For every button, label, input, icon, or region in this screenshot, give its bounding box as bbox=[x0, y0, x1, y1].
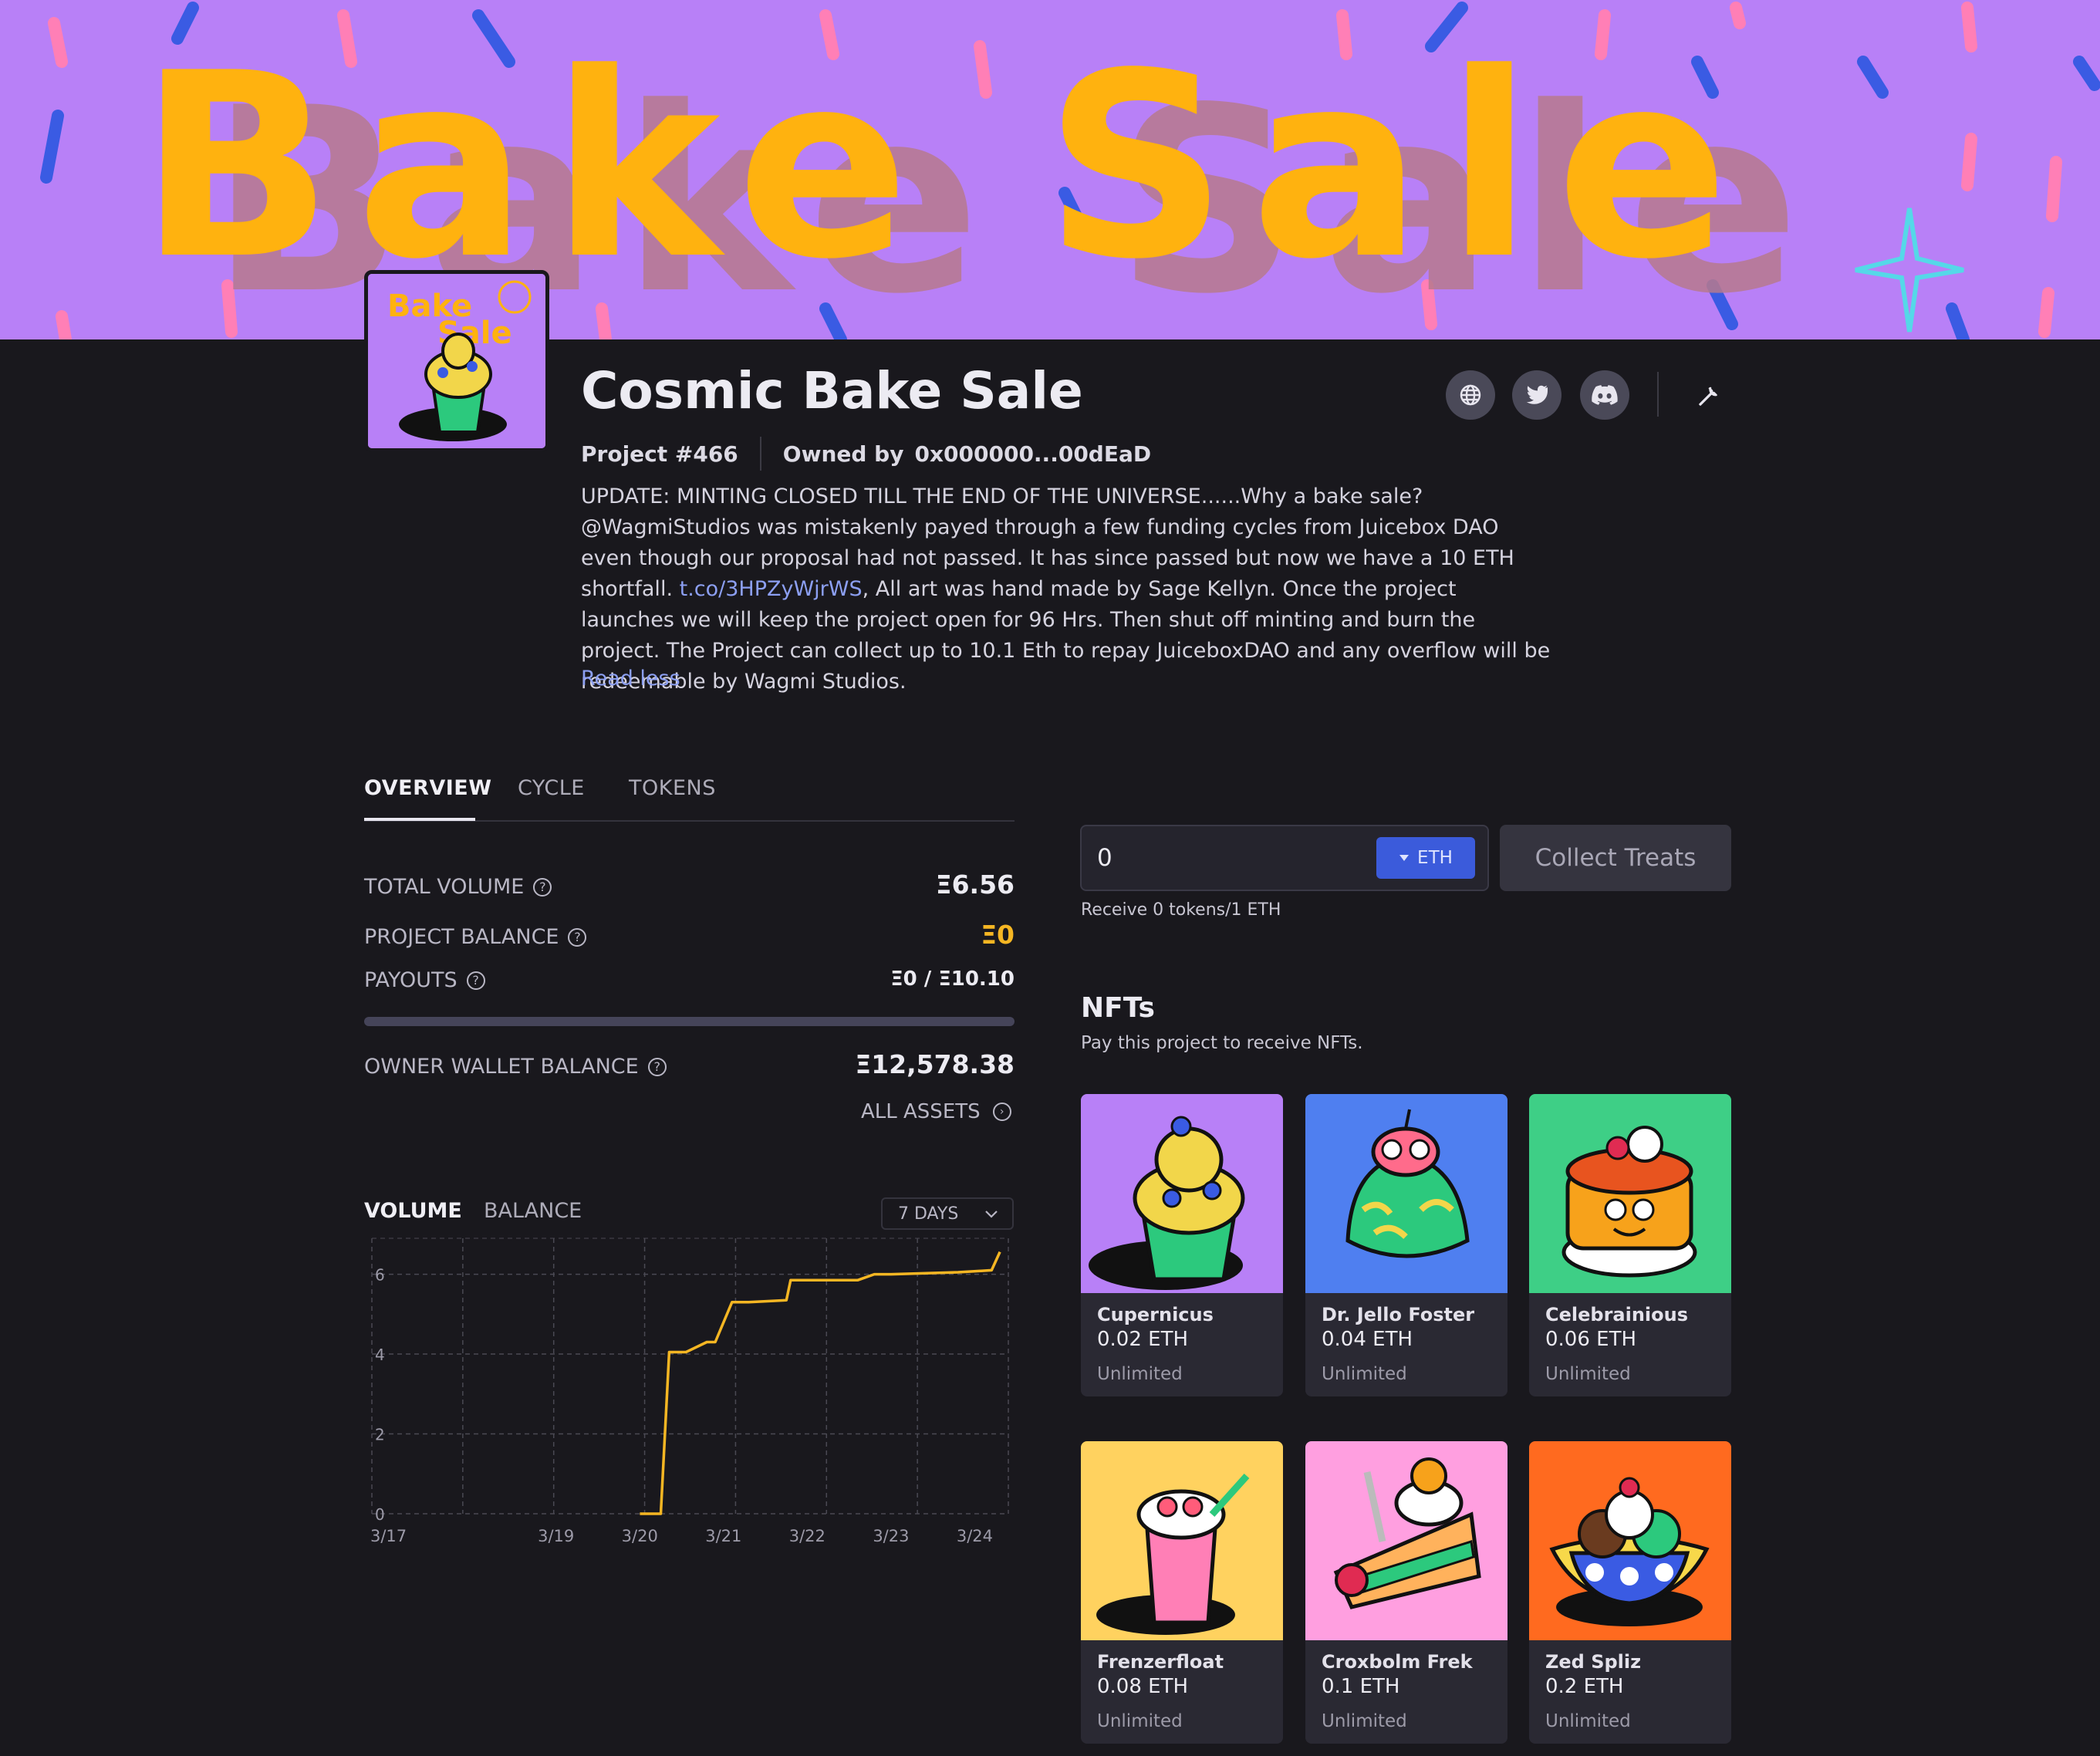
project-balance-value: Ξ0 bbox=[981, 920, 1015, 950]
nfts-title: NFTs bbox=[1081, 992, 1155, 1024]
nft-price: 0.02 ETH bbox=[1097, 1328, 1189, 1351]
nft-name: Croxbolm Frek bbox=[1322, 1651, 1473, 1673]
nft-name: Zed Spliz bbox=[1545, 1651, 1642, 1673]
payouts-value: Ξ0 / Ξ10.10 bbox=[890, 967, 1015, 991]
project-description: UPDATE: MINTING CLOSED TILL THE END OF T… bbox=[581, 485, 1551, 694]
meta-divider bbox=[759, 437, 761, 471]
nft-image bbox=[1081, 1094, 1283, 1293]
chart-x-tick-label: 3/19 bbox=[538, 1527, 574, 1545]
chevron-right-icon: › bbox=[992, 1103, 1011, 1121]
nft-image bbox=[1305, 1094, 1507, 1293]
nft-supply: Unlimited bbox=[1322, 1364, 1407, 1384]
twitter-icon bbox=[1526, 385, 1548, 404]
twitter-button[interactable] bbox=[1512, 370, 1561, 420]
payouts-progress-bar bbox=[364, 1017, 1015, 1026]
nft-name: Frenzerfloat bbox=[1097, 1651, 1224, 1673]
nft-supply: Unlimited bbox=[1322, 1711, 1407, 1731]
total-volume-label: TOTAL VOLUME? bbox=[364, 875, 552, 899]
chart-tab-balance[interactable]: BALANCE bbox=[484, 1199, 582, 1223]
project-number: Project #466 bbox=[581, 441, 738, 467]
nft-image bbox=[1081, 1441, 1283, 1640]
owner-wallet-balance-label: OWNER WALLET BALANCE? bbox=[364, 1055, 667, 1079]
nft-card[interactable]: Dr. Jello Foster 0.04 ETH Unlimited bbox=[1305, 1094, 1507, 1396]
nft-name: Dr. Jello Foster bbox=[1322, 1304, 1475, 1325]
active-tab-indicator bbox=[364, 818, 475, 821]
chart-x-tick-label: 3/22 bbox=[789, 1527, 825, 1545]
chart-y-tick-label: 0 bbox=[375, 1505, 385, 1524]
receive-note: Receive 0 tokens/1 ETH bbox=[1081, 900, 1281, 920]
tab-cycle[interactable]: CYCLE bbox=[518, 776, 585, 800]
nft-card[interactable]: Cupernicus 0.02 ETH Unlimited bbox=[1081, 1094, 1283, 1396]
project-title: Cosmic Bake Sale bbox=[581, 361, 1083, 420]
project-balance-label: PROJECT BALANCE? bbox=[364, 925, 587, 949]
volume-chart: 0 2 4 6 3/17 3/19 3/20 3/21 3/22 3/23 3/24 bbox=[364, 1234, 1020, 1558]
nft-price: 0.04 ETH bbox=[1322, 1328, 1413, 1351]
nft-card[interactable]: Croxbolm Frek 0.1 ETH Unlimited bbox=[1305, 1441, 1507, 1744]
help-icon[interactable]: ? bbox=[533, 877, 552, 897]
chart-x-tick-label: 3/24 bbox=[957, 1527, 993, 1545]
all-assets-link[interactable]: ALL ASSETS › bbox=[861, 1100, 1011, 1123]
toolbar-divider bbox=[1657, 372, 1659, 417]
read-less-button[interactable]: Read less bbox=[581, 667, 680, 691]
discord-button[interactable] bbox=[1580, 370, 1629, 420]
nft-supply: Unlimited bbox=[1097, 1711, 1183, 1731]
nft-image bbox=[1529, 1441, 1731, 1640]
tools-button[interactable] bbox=[1691, 380, 1725, 414]
chevron-down-icon bbox=[985, 1211, 998, 1218]
nft-card[interactable]: Zed Spliz 0.2 ETH Unlimited bbox=[1529, 1441, 1731, 1744]
chart-x-tick-label: 3/20 bbox=[622, 1527, 658, 1545]
nft-price: 0.2 ETH bbox=[1545, 1675, 1624, 1698]
chart-tab-volume[interactable]: VOLUME bbox=[364, 1199, 462, 1223]
collect-treats-button[interactable]: Collect Treats bbox=[1500, 825, 1731, 891]
nfts-subtitle: Pay this project to receive NFTs. bbox=[1081, 1033, 1363, 1053]
chart-y-tick-label: 6 bbox=[375, 1266, 385, 1285]
chart-x-tick-label: 3/17 bbox=[370, 1527, 407, 1545]
nft-name: Cupernicus bbox=[1097, 1304, 1214, 1325]
project-logo: Bake Sale bbox=[364, 270, 549, 452]
nft-name: Celebrainious bbox=[1545, 1304, 1689, 1325]
wrench-icon bbox=[1699, 387, 1717, 406]
nft-supply: Unlimited bbox=[1097, 1364, 1183, 1384]
owner-address-link[interactable]: 0x000000...00dEaD bbox=[914, 441, 1151, 467]
tab-overview[interactable]: OVERVIEW bbox=[364, 776, 492, 800]
help-icon[interactable]: ? bbox=[466, 971, 485, 990]
pay-amount-input[interactable]: 0 ETH bbox=[1080, 825, 1489, 891]
globe-icon bbox=[1460, 384, 1481, 406]
banner-image: Bake Sale Bake Sale bbox=[0, 0, 2100, 339]
caret-down-icon bbox=[1399, 855, 1410, 861]
range-select[interactable]: 7 DAYS bbox=[881, 1197, 1014, 1230]
nft-supply: Unlimited bbox=[1545, 1711, 1631, 1731]
nft-image bbox=[1529, 1094, 1731, 1293]
description-link[interactable]: t.co/3HPZyWjrWS bbox=[680, 577, 863, 601]
owner-wallet-balance-value: Ξ12,578.38 bbox=[855, 1049, 1015, 1079]
nft-price: 0.1 ETH bbox=[1322, 1675, 1400, 1698]
chart-y-tick-label: 4 bbox=[375, 1346, 385, 1364]
help-icon[interactable]: ? bbox=[568, 927, 587, 947]
nft-card[interactable]: Celebrainious 0.06 ETH Unlimited bbox=[1529, 1094, 1731, 1396]
owned-by-label: Owned by bbox=[782, 441, 904, 467]
currency-toggle-button[interactable]: ETH bbox=[1376, 837, 1475, 879]
discord-icon bbox=[1592, 385, 1618, 405]
total-volume-value: Ξ6.56 bbox=[935, 870, 1015, 900]
chart-x-tick-label: 3/21 bbox=[705, 1527, 741, 1545]
nft-price: 0.08 ETH bbox=[1097, 1675, 1189, 1698]
nft-card[interactable]: Frenzerfloat 0.08 ETH Unlimited bbox=[1081, 1441, 1283, 1744]
chart-y-tick-label: 2 bbox=[375, 1426, 385, 1444]
tab-tokens[interactable]: TOKENS bbox=[629, 776, 716, 800]
nft-supply: Unlimited bbox=[1545, 1364, 1631, 1384]
help-icon[interactable]: ? bbox=[647, 1057, 667, 1076]
website-button[interactable] bbox=[1446, 370, 1495, 420]
nft-price: 0.06 ETH bbox=[1545, 1328, 1637, 1351]
chart-series-line bbox=[640, 1251, 1001, 1515]
chart-x-tick-label: 3/23 bbox=[873, 1527, 909, 1545]
nft-image bbox=[1305, 1441, 1507, 1640]
project-meta: Project #466 Owned by 0x000000...00dEaD bbox=[581, 437, 1151, 471]
payouts-label: PAYOUTS? bbox=[364, 968, 485, 992]
